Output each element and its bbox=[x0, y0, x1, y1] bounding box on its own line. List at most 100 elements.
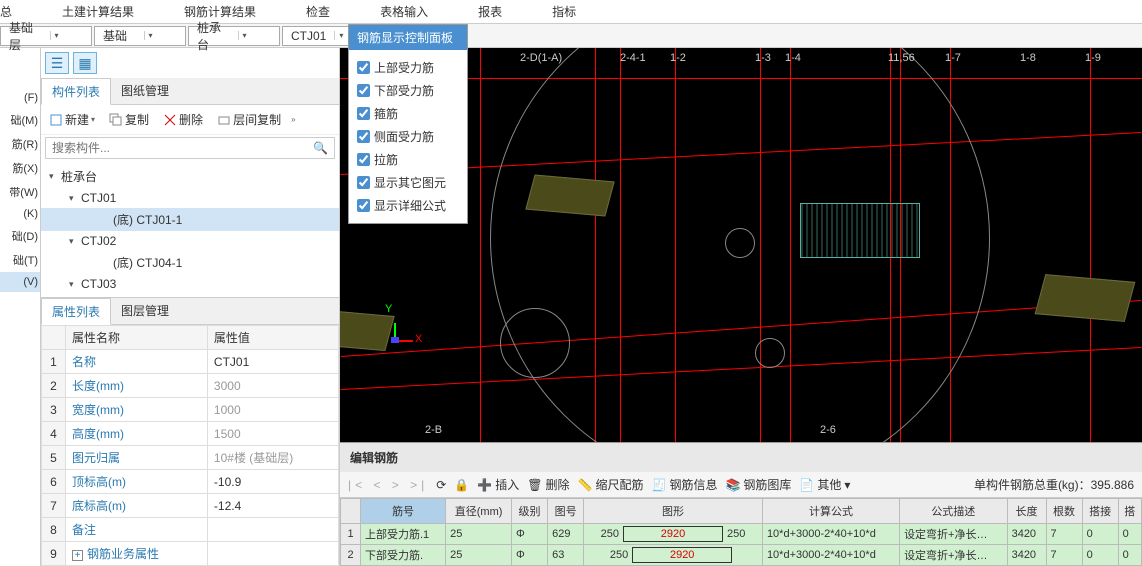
display-toggle[interactable]: 箍筋 bbox=[357, 102, 459, 125]
left-category-strip: (F)础(M)筋(R)筋(X)带(W)(K)础(D)础(T)(V) bbox=[0, 48, 40, 566]
axis-x: X bbox=[415, 333, 422, 345]
category-筋(R)[interactable]: 筋(R) bbox=[0, 132, 40, 156]
prop-row[interactable]: 4高度(mm)1500 bbox=[42, 422, 339, 446]
tree-item[interactable]: ▾桩承台 bbox=[41, 165, 339, 188]
tree-item[interactable]: ▾CTJ02 bbox=[41, 231, 339, 251]
menu-指标[interactable]: 指标 bbox=[527, 3, 601, 20]
reload-icon[interactable]: ⟳ bbox=[436, 478, 446, 492]
prop-header-name: 属性名称 bbox=[66, 326, 208, 350]
property-panel: 属性列表图层管理 属性名称 属性值 1名称CTJ012长度(mm)30003宽度… bbox=[41, 297, 339, 566]
category-(V)[interactable]: (V) bbox=[0, 272, 40, 292]
delete-rebar-button[interactable]: 🗑 删除 bbox=[527, 476, 569, 493]
col-长度[interactable]: 长度 bbox=[1007, 499, 1046, 524]
grid-label: 1-9 bbox=[1085, 52, 1101, 64]
top-menu: 总土建计算结果钢筋计算结果检查表格输入报表指标 bbox=[0, 0, 1142, 24]
nav-buttons[interactable]: |< < > >| bbox=[348, 478, 428, 492]
tree-item[interactable]: ▾CTJ01 bbox=[41, 188, 339, 208]
display-toggle[interactable]: 下部受力筋 bbox=[357, 79, 459, 102]
grid-label: 1-8 bbox=[1020, 52, 1036, 64]
tab-属性列表[interactable]: 属性列表 bbox=[41, 298, 111, 325]
prop-row[interactable]: 5图元归属10#楼 (基础层) bbox=[42, 446, 339, 470]
library-button[interactable]: 📚 钢筋图库 bbox=[725, 476, 791, 493]
selector-bar: 基础层▾基础▾桩承台▾CTJ01▾ bbox=[0, 24, 1142, 48]
search-input[interactable] bbox=[46, 138, 307, 158]
menu-检查[interactable]: 检查 bbox=[281, 3, 355, 20]
prop-row[interactable]: 2长度(mm)3000 bbox=[42, 374, 339, 398]
prop-row[interactable]: 6顶标高(m)-10.9 bbox=[42, 470, 339, 494]
rebar-row[interactable]: 2下部受力筋.25Φ63250292010*d+3000-2*40+10*d设定… bbox=[341, 545, 1142, 566]
menu-土建计算结果[interactable]: 土建计算结果 bbox=[37, 3, 159, 20]
grid-label: 1-7 bbox=[945, 52, 961, 64]
col-图形[interactable]: 图形 bbox=[584, 499, 763, 524]
tree-item[interactable]: (底) CTJ04-1 bbox=[41, 251, 339, 274]
selector-0[interactable]: 基础层▾ bbox=[0, 26, 92, 46]
col-图号[interactable]: 图号 bbox=[548, 499, 584, 524]
lock-icon[interactable]: 🔒 bbox=[454, 478, 469, 492]
prop-row[interactable]: 9+钢筋业务属性 bbox=[42, 542, 339, 566]
category-础(T)[interactable]: 础(T) bbox=[0, 248, 40, 272]
category-(F)[interactable]: (F) bbox=[0, 88, 40, 108]
new-icon bbox=[49, 113, 63, 127]
tab-图层管理[interactable]: 图层管理 bbox=[111, 298, 179, 324]
view-list-icon[interactable]: ☰ bbox=[45, 52, 69, 74]
display-toggle[interactable]: 显示其它图元 bbox=[357, 171, 459, 194]
category-筋(X)[interactable]: 筋(X) bbox=[0, 156, 40, 180]
layer-copy-button[interactable]: 层间复制 bbox=[213, 109, 285, 130]
category-础(M)[interactable]: 础(M) bbox=[0, 108, 40, 132]
prop-row[interactable]: 1名称CTJ01 bbox=[42, 350, 339, 374]
category-(K)[interactable]: (K) bbox=[0, 204, 40, 224]
display-toggle[interactable]: 拉筋 bbox=[357, 148, 459, 171]
mid-panel: ☰ ▦ 构件列表图纸管理 新建▾ 复制 删除 层间复制 » bbox=[40, 48, 340, 566]
view-grid-icon[interactable]: ▦ bbox=[73, 52, 97, 74]
menu-总[interactable]: 总 bbox=[0, 3, 37, 20]
selector-1[interactable]: 基础▾ bbox=[94, 26, 186, 46]
col-搭[interactable]: 搭 bbox=[1118, 499, 1141, 524]
col-筋号[interactable]: 筋号 bbox=[361, 499, 446, 524]
other-button[interactable]: 📄 其他 ▾ bbox=[799, 476, 850, 493]
prop-row[interactable]: 7底标高(m)-12.4 bbox=[42, 494, 339, 518]
col-公式描述[interactable]: 公式描述 bbox=[900, 499, 1008, 524]
rebar-table: 筋号直径(mm)级别图号图形计算公式公式描述长度根数搭接搭 1上部受力筋.125… bbox=[340, 498, 1142, 566]
float-panel-title: 钢筋显示控制面板 bbox=[349, 25, 467, 50]
grid-label: 2-6 bbox=[820, 424, 836, 436]
category-带(W)[interactable]: 带(W) bbox=[0, 180, 40, 204]
col-级别[interactable]: 级别 bbox=[512, 499, 548, 524]
display-toggle[interactable]: 显示详细公式 bbox=[357, 194, 459, 217]
tree-item[interactable]: ▾CTJ03 bbox=[41, 274, 339, 294]
insert-button[interactable]: ➕ 插入 bbox=[477, 476, 519, 493]
prop-row[interactable]: 8备注 bbox=[42, 518, 339, 542]
display-toggle[interactable]: 侧面受力筋 bbox=[357, 125, 459, 148]
menu-报表[interactable]: 报表 bbox=[453, 3, 527, 20]
new-button[interactable]: 新建▾ bbox=[45, 109, 99, 130]
tree-item[interactable]: (底) CTJ01-1 bbox=[41, 208, 339, 231]
col-根数[interactable]: 根数 bbox=[1046, 499, 1082, 524]
grid-label: 1-4 bbox=[785, 52, 801, 64]
copy-button[interactable]: 复制 bbox=[105, 109, 153, 130]
copy-icon bbox=[109, 113, 123, 127]
menu-钢筋计算结果[interactable]: 钢筋计算结果 bbox=[159, 3, 281, 20]
display-toggle[interactable]: 上部受力筋 bbox=[357, 56, 459, 79]
rebar-display-panel[interactable]: 钢筋显示控制面板 上部受力筋 下部受力筋 箍筋 侧面受力筋 拉筋 显示其它图元 … bbox=[348, 24, 468, 224]
component-tabs: 构件列表图纸管理 bbox=[41, 78, 339, 105]
selected-rebar-cage[interactable] bbox=[800, 203, 920, 258]
prop-row[interactable]: 3宽度(mm)1000 bbox=[42, 398, 339, 422]
toolbar-more[interactable]: » bbox=[291, 115, 295, 124]
scale-button[interactable]: 📏 缩尺配筋 bbox=[578, 476, 644, 493]
col-计算公式[interactable]: 计算公式 bbox=[762, 499, 899, 524]
col-搭接[interactable]: 搭接 bbox=[1082, 499, 1118, 524]
component-toolbar: 新建▾ 复制 删除 层间复制 » bbox=[41, 105, 339, 135]
tab-图纸管理[interactable]: 图纸管理 bbox=[111, 78, 179, 104]
delete-button[interactable]: 删除 bbox=[159, 109, 207, 130]
total-weight: 单构件钢筋总重(kg)：395.886 bbox=[974, 476, 1134, 493]
grid-label: 2-D(1-A) bbox=[520, 52, 562, 64]
menu-表格输入[interactable]: 表格输入 bbox=[355, 3, 453, 20]
info-button[interactable]: 🧾 钢筋信息 bbox=[651, 476, 717, 493]
col-直径(mm)[interactable]: 直径(mm) bbox=[446, 499, 512, 524]
selector-2[interactable]: 桩承台▾ bbox=[188, 26, 280, 46]
tab-构件列表[interactable]: 构件列表 bbox=[41, 78, 111, 105]
search-icon[interactable]: 🔍 bbox=[307, 138, 334, 158]
rebar-editor-title: 编辑钢筋 bbox=[340, 443, 1142, 472]
layer-copy-icon bbox=[217, 113, 231, 127]
rebar-row[interactable]: 1上部受力筋.125Φ629250292025010*d+3000-2*40+1… bbox=[341, 524, 1142, 545]
category-础(D)[interactable]: 础(D) bbox=[0, 224, 40, 248]
